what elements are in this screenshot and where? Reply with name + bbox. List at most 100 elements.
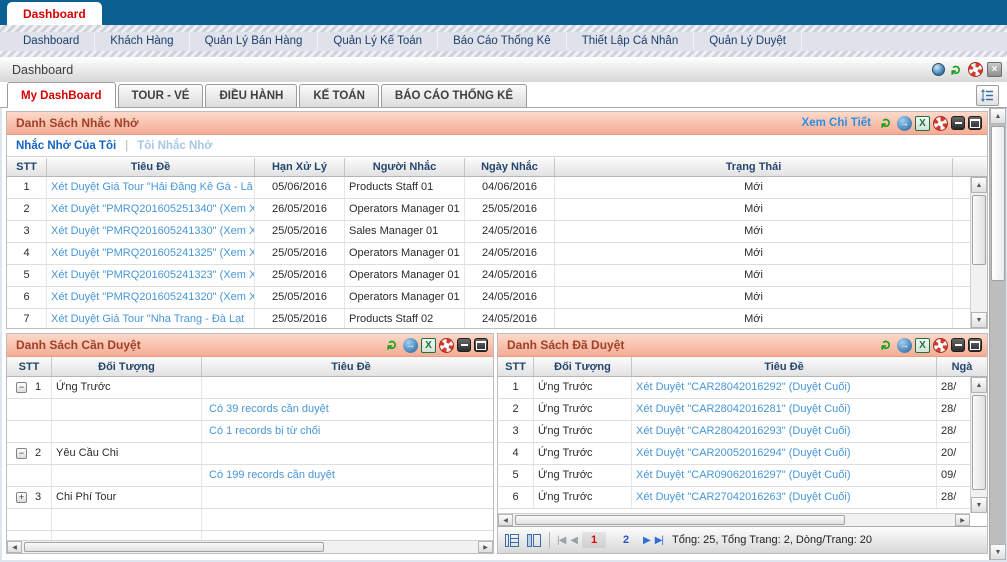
filter-my-reminders[interactable]: Nhắc Nhở Của Tôi (16, 140, 116, 152)
scroll-up-button[interactable]: ▲ (971, 377, 987, 393)
tab-3[interactable]: KẾ TOÁN (299, 84, 379, 107)
menu-item-1[interactable]: Khách Hàng (95, 32, 189, 51)
table-row[interactable]: +3Chi Phí Tour (7, 487, 493, 509)
column-header-1[interactable]: Tiêu Đề (47, 158, 255, 176)
collapse-icon[interactable]: − (16, 448, 27, 459)
maximize-icon[interactable] (968, 116, 982, 130)
table-row[interactable] (7, 509, 493, 531)
view-detail-link[interactable]: Xem Chi Tiết (802, 117, 871, 129)
table-row[interactable]: Có 39 records cần duyệt (7, 399, 493, 421)
window-tab-dashboard[interactable]: Dashboard (7, 2, 102, 25)
maximize-icon[interactable] (968, 338, 982, 352)
column-header-2[interactable]: Tiêu Đề (202, 357, 493, 376)
column-header-0[interactable]: STT (498, 357, 534, 376)
table-row[interactable]: 5Ứng TrướcXét Duyệt "CAR09062016297" (Du… (498, 465, 970, 487)
tab-1[interactable]: TOUR - VÉ (118, 84, 204, 107)
menu-item-4[interactable]: Báo Cáo Thống Kê (438, 32, 567, 51)
pager-first-button[interactable]: |◀ (557, 535, 565, 546)
help-icon[interactable] (933, 338, 948, 353)
table-row[interactable]: 3Ứng TrướcXét Duyệt "CAR28042016293" (Du… (498, 421, 970, 443)
scroll-up-button[interactable]: ▲ (971, 177, 987, 193)
layout-settings-button[interactable] (976, 85, 999, 106)
scroll-left-button[interactable]: ◀ (498, 514, 513, 526)
tab-2[interactable]: ĐIỀU HÀNH (205, 84, 297, 107)
table-row[interactable]: 2Ứng TrướcXét Duyệt "CAR28042016281" (Du… (498, 399, 970, 421)
table-row[interactable]: 6Xét Duyệt "PMRQ201605241320" (Xem X25/0… (7, 287, 970, 309)
table-row[interactable]: 2Xét Duyệt "PMRQ201605251340" (Xem X26/0… (7, 199, 970, 221)
scroll-left-button[interactable]: ◀ (7, 541, 22, 553)
page-vertical-scrollbar[interactable]: ▲ ▼ (989, 108, 1006, 560)
close-icon[interactable] (987, 62, 1002, 77)
table-row[interactable]: −1Ứng Trước (7, 377, 493, 399)
reminder-link[interactable]: Xét Duyệt "PMRQ201605241325" (Xem X (51, 247, 255, 259)
pager-last-button[interactable]: ▶| (655, 535, 663, 546)
pager-grid-icon[interactable] (503, 532, 520, 549)
popout-icon[interactable] (403, 338, 418, 353)
grid-horizontal-scrollbar[interactable]: ◀ ▶ (7, 540, 493, 553)
tab-4[interactable]: BÁO CÁO THỐNG KÊ (381, 84, 527, 107)
column-header-5[interactable]: Trạng Thái (555, 158, 953, 176)
menu-item-5[interactable]: Thiết Lập Cá Nhân (567, 32, 695, 51)
reminder-link[interactable]: Xét Duyệt Giá Tour "Nha Trang - Đà Lạt (51, 313, 244, 325)
expand-icon[interactable]: + (16, 492, 27, 503)
table-row[interactable]: Có 199 records cần duyệt (7, 465, 493, 487)
reminder-link[interactable]: Xét Duyệt "PMRQ201605241320" (Xem X (51, 291, 255, 303)
scroll-thumb[interactable] (972, 395, 986, 490)
table-row[interactable]: 1Xét Duyệt Giá Tour "Hải Đăng Kê Gà - Lâ… (7, 177, 970, 199)
reminder-link[interactable]: Xét Duyệt "PMRQ201605251340" (Xem X (51, 203, 255, 215)
column-header-1[interactable]: Đối Tượng (52, 357, 202, 376)
pager-page-1[interactable]: 1 (582, 532, 606, 548)
excel-export-icon[interactable] (421, 338, 436, 353)
collapse-icon[interactable]: − (16, 382, 27, 393)
pager-columns-icon[interactable] (525, 532, 542, 549)
table-row[interactable] (7, 531, 493, 540)
approved-link[interactable]: Xét Duyệt "CAR09062016297" (Duyệt Cuối) (636, 469, 850, 481)
scroll-right-button[interactable]: ▶ (478, 541, 493, 553)
pending-count-link[interactable]: Có 199 records cần duyệt (209, 469, 335, 481)
approved-link[interactable]: Xét Duyệt "CAR27042016263" (Duyệt Cuối) (636, 491, 850, 503)
grid-vertical-scrollbar[interactable]: ▲ ▼ (970, 377, 987, 513)
approved-link[interactable]: Xét Duyệt "CAR28042016293" (Duyệt Cuối) (636, 425, 850, 437)
popout-icon[interactable] (897, 338, 912, 353)
scroll-down-button[interactable]: ▼ (971, 312, 987, 328)
approved-link[interactable]: Xét Duyệt "CAR28042016292" (Duyệt Cuối) (636, 381, 850, 393)
help-icon[interactable] (439, 338, 454, 353)
menu-item-0[interactable]: Dashboard (8, 32, 95, 51)
pending-count-link[interactable]: Có 1 records bị từ chối (209, 425, 320, 437)
column-header-2[interactable]: Hạn Xử Lý (255, 158, 345, 176)
table-row[interactable]: 1Ứng TrướcXét Duyệt "CAR28042016292" (Du… (498, 377, 970, 399)
menu-item-2[interactable]: Quản Lý Bán Hàng (190, 32, 319, 51)
column-header-3[interactable]: Người Nhắc (345, 158, 465, 176)
scroll-right-button[interactable]: ▶ (955, 514, 970, 526)
table-row[interactable]: 5Xét Duyệt "PMRQ201605241323" (Xem X25/0… (7, 265, 970, 287)
column-header-3[interactable]: Ngà (937, 357, 987, 376)
filter-i-remind[interactable]: Tôi Nhắc Nhở (137, 140, 212, 152)
pending-count-link[interactable]: Có 39 records cần duyệt (209, 403, 329, 415)
scroll-thumb[interactable] (991, 126, 1005, 281)
tab-0[interactable]: My DashBoard (7, 82, 116, 108)
reminder-link[interactable]: Xét Duyệt Giá Tour "Hải Đăng Kê Gà - Lâ (51, 181, 253, 193)
refresh-icon[interactable] (385, 338, 400, 353)
grid-vertical-scrollbar[interactable]: ▲ ▼ (970, 177, 987, 328)
column-header-0[interactable]: STT (7, 158, 47, 176)
approved-link[interactable]: Xét Duyệt "CAR28042016281" (Duyệt Cuối) (636, 403, 850, 415)
grid-horizontal-scrollbar[interactable]: ◀ ▶ (498, 513, 970, 526)
refresh-icon[interactable] (879, 338, 894, 353)
table-row[interactable]: 7Xét Duyệt Giá Tour "Nha Trang - Đà Lạt2… (7, 309, 970, 328)
pager-prev-button[interactable]: ◀ (570, 535, 577, 546)
popout-icon[interactable] (897, 116, 912, 131)
reminder-link[interactable]: Xét Duyệt "PMRQ201605241323" (Xem X (51, 269, 255, 281)
approved-link[interactable]: Xét Duyệt "CAR20052016294" (Duyệt Cuối) (636, 447, 850, 459)
scroll-down-button[interactable]: ▼ (971, 497, 987, 513)
maximize-icon[interactable] (474, 338, 488, 352)
excel-export-icon[interactable] (915, 116, 930, 131)
minimize-icon[interactable] (951, 116, 965, 130)
scroll-thumb[interactable] (24, 542, 324, 552)
excel-export-icon[interactable] (915, 338, 930, 353)
pin-globe-icon[interactable] (932, 63, 945, 76)
refresh-icon[interactable] (879, 116, 894, 131)
column-header-0[interactable]: STT (7, 357, 52, 376)
reminder-link[interactable]: Xét Duyệt "PMRQ201605241330" (Xem X (51, 225, 255, 237)
column-header-1[interactable]: Đối Tượng (534, 357, 632, 376)
scroll-thumb[interactable] (515, 515, 845, 525)
